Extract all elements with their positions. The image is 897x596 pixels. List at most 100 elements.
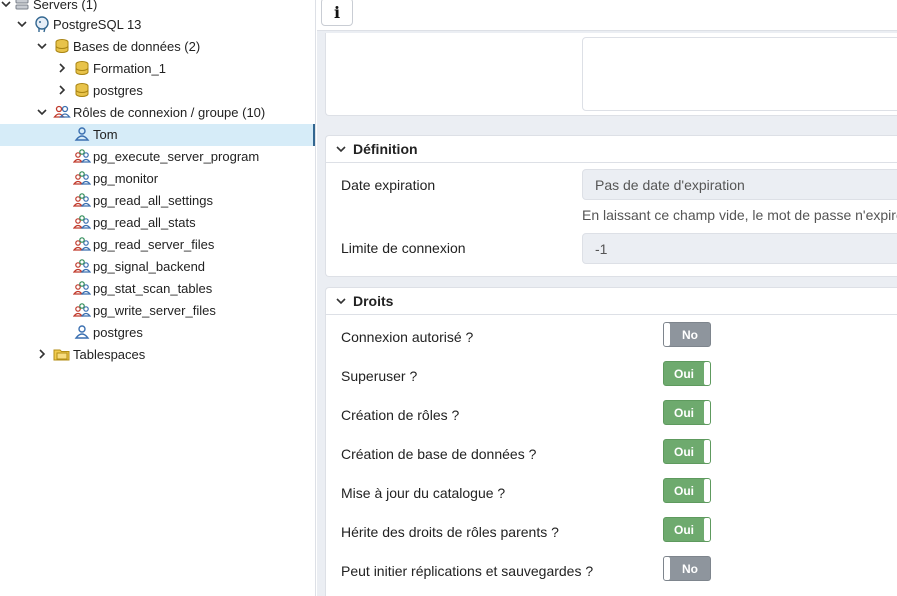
chevron-right-icon[interactable]	[52, 63, 72, 73]
comment-textarea[interactable]	[582, 37, 897, 111]
toggle-state: No	[682, 327, 698, 342]
tree-node-label: postgres	[93, 324, 143, 340]
privilege-toggle[interactable]: No	[663, 322, 711, 347]
info-button[interactable]: i	[321, 0, 353, 26]
tree-node-label: Rôles de connexion / groupe (10)	[73, 104, 266, 120]
selection-indicator	[313, 124, 315, 146]
general-section-tail	[325, 33, 897, 116]
toggle-state: Oui	[674, 366, 694, 381]
tree-node-role[interactable]: pg_monitor	[52, 167, 158, 189]
chevron-down-icon[interactable]	[32, 41, 52, 51]
folder-icon	[52, 345, 72, 363]
group-role-icon	[72, 301, 92, 319]
toggle-knob	[704, 479, 710, 502]
privilege-toggle[interactable]: Oui	[663, 517, 711, 542]
toggle-state: Oui	[674, 405, 694, 420]
tree-node-role[interactable]: pg_read_all_stats	[52, 211, 196, 233]
group-role-icon	[72, 169, 92, 187]
tree-node-server[interactable]: PostgreSQL 13	[12, 13, 141, 35]
definition-section: Définition Date expiration Pas de date d…	[325, 135, 897, 277]
toggle-state: No	[682, 561, 698, 576]
group-role-icon	[72, 191, 92, 209]
tree-node-role-selected[interactable]: Tom	[52, 123, 118, 145]
group-role-icon	[72, 147, 92, 165]
tree-node-label: Tablespaces	[73, 346, 146, 362]
tree-node-role[interactable]: postgres	[52, 321, 143, 343]
expiry-label: Date expiration	[341, 177, 436, 193]
privilege-toggle[interactable]: Oui	[663, 361, 711, 386]
privilege-label: Superuser ?	[341, 368, 418, 384]
tree-node-tablespaces[interactable]: Tablespaces	[32, 343, 145, 365]
chevron-right-icon[interactable]	[52, 85, 72, 95]
chevron-down-icon[interactable]	[336, 296, 346, 306]
tree-node-label: pg_execute_server_program	[93, 148, 260, 164]
expiry-placeholder: Pas de date d'expiration	[595, 176, 745, 193]
privilege-toggle[interactable]: No	[663, 556, 711, 581]
tree-node-label: Servers (1)	[33, 0, 98, 12]
object-browser-tree: Servers (1) PostgreSQL 13 Bases de donné…	[0, 0, 316, 596]
connection-limit-value: -1	[595, 240, 608, 257]
tree-node-role[interactable]: pg_read_all_settings	[52, 189, 213, 211]
tree-node-role[interactable]: pg_execute_server_program	[52, 145, 259, 167]
privilege-label: Peut initier réplications et sauvegardes…	[341, 563, 594, 579]
toggle-knob	[704, 518, 710, 541]
database-icon	[72, 81, 92, 99]
tree-node-label: postgres	[93, 82, 143, 98]
tree-node-label: pg_read_all_stats	[93, 214, 196, 230]
properties-panel: i Définition Date expiration Pas de date…	[317, 0, 897, 596]
privilege-label: Hérite des droits de rôles parents ?	[341, 524, 559, 540]
section-title: Droits	[353, 293, 394, 309]
tree-node-label: pg_read_all_settings	[93, 192, 213, 208]
tree-node-login-roles[interactable]: Rôles de connexion / groupe (10)	[32, 101, 265, 123]
tree-node-label: pg_signal_backend	[93, 258, 206, 274]
chevron-down-icon[interactable]	[32, 107, 52, 117]
tree-node-label: Bases de données (2)	[73, 38, 201, 54]
toggle-state: Oui	[674, 444, 694, 459]
privilege-label: Mise à jour du catalogue ?	[341, 485, 506, 501]
tree-node-role[interactable]: pg_read_server_files	[52, 233, 214, 255]
database-icon	[72, 59, 92, 77]
login-role-icon	[72, 323, 92, 341]
section-title: Définition	[353, 141, 418, 157]
privilege-label: Création de rôles ?	[341, 407, 460, 423]
tree-node-role[interactable]: pg_stat_scan_tables	[52, 277, 212, 299]
tree-node-role[interactable]: pg_write_server_files	[52, 299, 216, 321]
tree-node-label: Tom	[93, 126, 118, 142]
connection-limit-label: Limite de connexion	[341, 240, 466, 256]
databases-icon	[52, 37, 72, 55]
tree-node-database-postgres[interactable]: postgres	[52, 79, 143, 101]
group-role-icon	[72, 279, 92, 297]
group-role-icon	[72, 257, 92, 275]
privilege-label: Création de base de données ?	[341, 446, 537, 462]
toggle-knob	[704, 362, 710, 385]
privilege-toggle[interactable]: Oui	[663, 478, 711, 503]
chevron-down-icon[interactable]	[12, 19, 32, 29]
tree-node-label: pg_write_server_files	[93, 302, 216, 318]
privilege-toggle[interactable]: Oui	[663, 400, 711, 425]
postgresql-elephant-icon	[32, 15, 52, 33]
privilege-label: Connexion autorisé ?	[341, 329, 474, 345]
chevron-down-icon[interactable]	[0, 0, 12, 9]
login-role-icon	[72, 125, 92, 143]
privileges-section: Droits Connexion autorisé ? No Superuser ?…	[325, 287, 897, 596]
privilege-toggle[interactable]: Oui	[663, 439, 711, 464]
chevron-right-icon[interactable]	[32, 349, 52, 359]
tree-node-database-formation[interactable]: Formation_1	[52, 57, 166, 79]
expiry-date-input[interactable]: Pas de date d'expiration	[582, 169, 897, 200]
chevron-down-icon[interactable]	[336, 144, 346, 154]
toggle-state: Oui	[674, 483, 694, 498]
tree-node-label: pg_monitor	[93, 170, 159, 186]
connection-limit-input[interactable]: -1	[582, 233, 897, 264]
toggle-knob	[704, 401, 710, 424]
tree-node-databases[interactable]: Bases de données (2)	[32, 35, 200, 57]
privileges-header[interactable]: Droits	[326, 288, 897, 315]
tree-node-label: pg_stat_scan_tables	[93, 280, 213, 296]
roles-group-icon	[52, 103, 72, 121]
tree-node-label: Formation_1	[93, 60, 166, 76]
tree-node-role-selected-bg	[0, 124, 315, 146]
servers-icon	[12, 0, 32, 13]
toggle-state: Oui	[674, 522, 694, 537]
group-role-icon	[72, 213, 92, 231]
definition-header[interactable]: Définition	[326, 136, 897, 163]
tree-node-role[interactable]: pg_signal_backend	[52, 255, 205, 277]
